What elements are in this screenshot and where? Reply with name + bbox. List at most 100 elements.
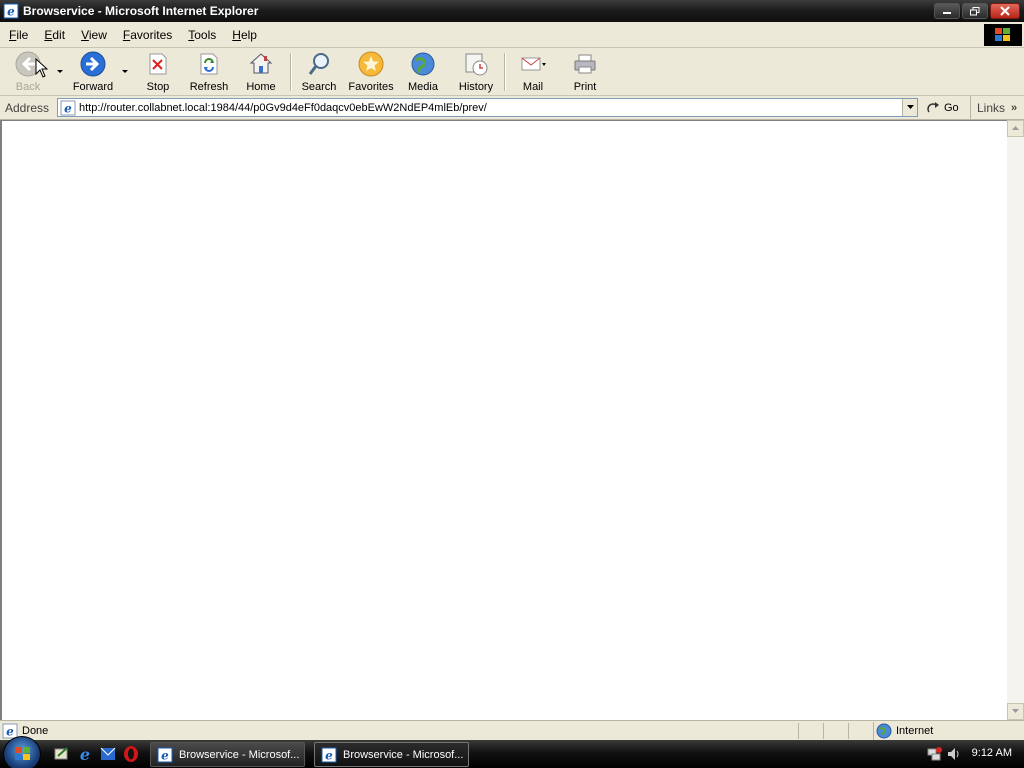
media-button[interactable]: Media (406, 50, 440, 94)
windows-throbber (984, 24, 1022, 46)
menu-edit[interactable]: Edit (35, 28, 72, 42)
address-input[interactable] (79, 101, 917, 114)
printer-icon (574, 54, 596, 74)
forward-arrow-icon (80, 51, 106, 77)
scroll-up-button[interactable] (1007, 120, 1024, 137)
chevron-down-icon (906, 105, 914, 109)
standard-toolbar: Back Forward Stop Refresh Home Search Fa… (0, 48, 1024, 96)
favorites-star-icon (358, 51, 384, 77)
go-label: Go (944, 102, 959, 114)
address-dropdown-button[interactable] (902, 99, 917, 116)
menu-view[interactable]: View (72, 28, 114, 42)
menu-bar: File Edit View Favorites Tools Help (0, 22, 1024, 48)
mouse-cursor-icon (35, 58, 49, 78)
menu-favorites[interactable]: Favorites (114, 28, 179, 42)
network-tray-icon[interactable] (926, 746, 942, 762)
scroll-down-button[interactable] (1007, 703, 1024, 720)
minimize-button[interactable] (934, 3, 960, 19)
internet-explorer-icon[interactable]: e (76, 745, 94, 763)
system-tray: 9:12 AM (920, 740, 1024, 768)
start-button[interactable] (3, 736, 41, 768)
window-title: Browservice - Microsoft Internet Explore… (23, 4, 259, 18)
search-button[interactable]: Search (300, 50, 338, 94)
favorites-label: Favorites (348, 81, 394, 93)
menu-view-label: iew (88, 27, 107, 42)
chevron-right-icon: » (1011, 101, 1018, 114)
status-bar: e Done Internet (0, 720, 1024, 740)
internet-globe-icon (876, 723, 892, 739)
history-button[interactable]: History (456, 50, 496, 94)
favorites-button[interactable]: Favorites (346, 50, 396, 94)
mail-button[interactable]: Mail (518, 50, 548, 94)
refresh-icon (200, 53, 218, 75)
address-label: Address (5, 100, 50, 115)
title-bar: e Browservice - Microsoft Internet Explo… (0, 0, 1024, 22)
volume-tray-icon[interactable] (946, 746, 962, 762)
scroll-down-icon (1012, 709, 1019, 713)
clock[interactable]: 9:12 AM (972, 747, 1012, 759)
toolbar-separator (504, 53, 506, 91)
refresh-label: Refresh (189, 81, 229, 93)
menu-file-label: ile (16, 27, 29, 42)
print-button[interactable]: Print (571, 50, 599, 94)
mail-label: Mail (522, 81, 544, 93)
print-label: Print (573, 81, 597, 93)
svg-text:e: e (64, 101, 72, 115)
stop-icon (149, 53, 167, 75)
status-pane (798, 723, 799, 739)
go-arrow-icon (927, 102, 939, 113)
minimize-icon (943, 12, 951, 14)
close-button[interactable] (990, 3, 1020, 19)
forward-dropdown-icon[interactable] (122, 68, 129, 75)
svg-text:e: e (6, 724, 14, 738)
security-zone[interactable]: Internet (873, 722, 933, 740)
show-desktop-icon[interactable] (53, 745, 71, 763)
svg-text:e: e (80, 745, 90, 763)
status-text: Done (22, 724, 49, 737)
scroll-up-icon (1012, 126, 1019, 130)
outlook-icon[interactable] (99, 745, 117, 763)
menu-edit-label: dit (52, 27, 66, 42)
menu-file[interactable]: File (0, 28, 35, 42)
address-field[interactable]: e (57, 98, 918, 117)
mail-envelope-icon (521, 57, 546, 71)
taskbar-item-label: Browservice - Microsof... (179, 748, 300, 761)
status-pane (823, 723, 824, 739)
media-globe-icon (411, 52, 435, 76)
history-icon (465, 53, 488, 76)
home-icon (249, 53, 273, 74)
forward-button[interactable]: Forward (70, 50, 116, 94)
stop-label: Stop (146, 81, 170, 93)
ie-app-icon: e (3, 3, 19, 19)
toolbar-separator (290, 53, 292, 91)
back-dropdown-icon[interactable] (57, 68, 64, 75)
restore-icon (970, 6, 980, 15)
zone-label: Internet (896, 725, 934, 737)
address-bar: Address e Go Links » (0, 96, 1024, 120)
go-button[interactable]: Go (926, 99, 959, 117)
taskbar-item-browservice-1[interactable]: e Browservice - Microsof... (150, 742, 305, 767)
stop-button[interactable]: Stop (143, 50, 173, 94)
ie-window-icon: e (157, 747, 173, 762)
menu-tools-label: ools (194, 27, 217, 42)
page-content[interactable] (0, 120, 1007, 720)
refresh-button[interactable]: Refresh (188, 50, 230, 94)
links-toolbar[interactable]: Links » (970, 96, 1017, 119)
menu-favorites-label: avorites (130, 27, 173, 42)
taskbar-item-label: Browservice - Microsof... (343, 748, 464, 761)
home-button[interactable]: Home (244, 50, 278, 94)
links-label: Links (977, 100, 1006, 115)
vertical-scrollbar[interactable] (1007, 120, 1024, 720)
back-label: Back (15, 81, 41, 93)
svg-text:e: e (161, 748, 169, 762)
windows-start-icon (15, 747, 30, 760)
menu-tools[interactable]: Tools (179, 28, 223, 42)
restore-button[interactable] (962, 3, 988, 19)
menu-help[interactable]: Help (223, 28, 264, 42)
status-pane (848, 723, 849, 739)
menu-help-label: elp (240, 27, 257, 42)
opera-icon[interactable] (122, 745, 140, 763)
search-label: Search (301, 81, 337, 93)
menu-help-accel: H (232, 27, 241, 42)
taskbar-item-browservice-2[interactable]: e Browservice - Microsof... (314, 742, 469, 767)
